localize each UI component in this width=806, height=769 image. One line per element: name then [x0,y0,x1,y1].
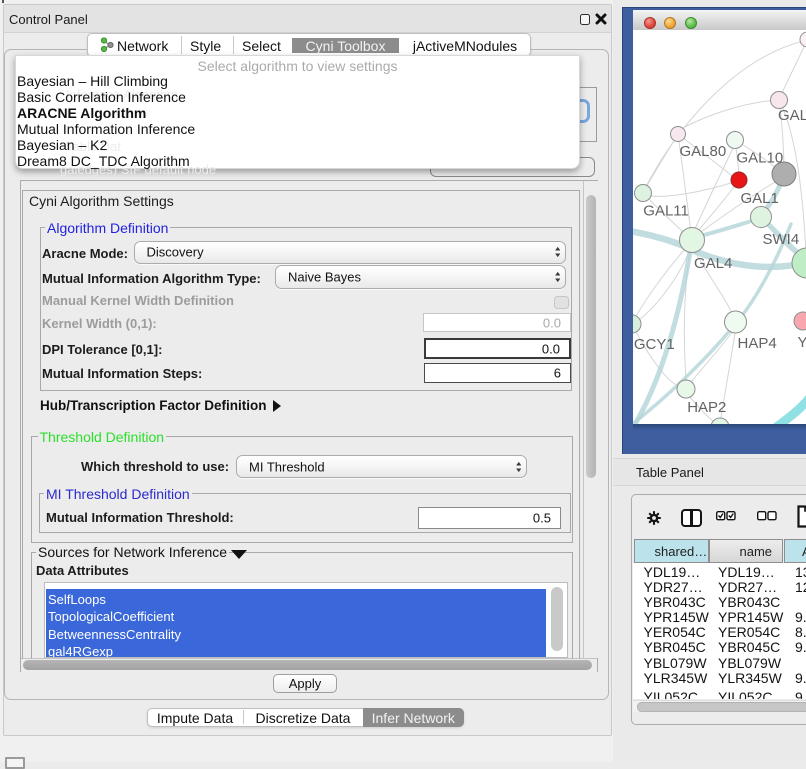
svg-text:GAL80: GAL80 [680,143,727,160]
svg-text:SWI4: SWI4 [763,231,800,248]
svg-text:HAP2: HAP2 [687,399,726,416]
svg-text:GCY1: GCY1 [634,336,675,353]
svg-text:GAL4: GAL4 [694,255,732,272]
svg-text:GAL8: GAL8 [778,107,806,124]
svg-text:GAL11: GAL11 [643,203,689,220]
svg-text:YM: YM [798,334,806,351]
svg-text:GAL1: GAL1 [741,190,779,207]
svg-text:HAP4: HAP4 [738,335,777,352]
svg-text:GAL10: GAL10 [737,150,784,167]
